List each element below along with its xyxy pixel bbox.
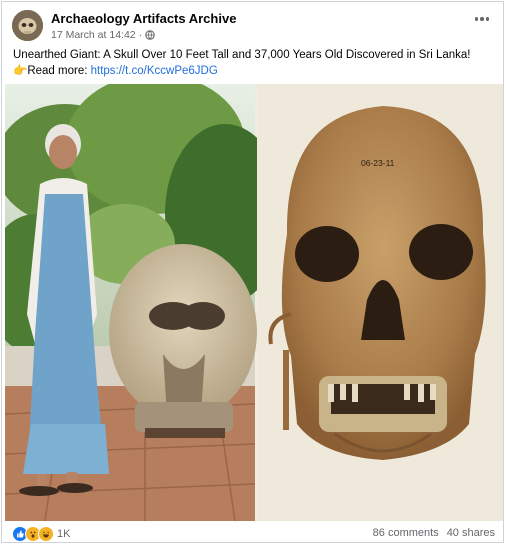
shares-count[interactable]: 40 shares [447,527,495,539]
more-dot [474,17,479,21]
pointing-hand-emoji: 👉 [13,65,28,77]
facebook-post: Archaeology Artifacts Archive 17 March a… [0,1,504,543]
post-link[interactable]: https://t.co/KccwPe6JDG [91,65,218,77]
reaction-count: 1K [57,528,71,540]
caption-headline: Unearthed Giant: A Skull Over 10 Feet Ta… [13,49,471,61]
post-caption: Unearthed Giant: A Skull Over 10 Feet Ta… [13,47,493,79]
left-photo [0,74,285,522]
page-avatar[interactable] [12,10,43,41]
engagement-counts: 86 comments 40 shares [373,527,495,539]
comments-count[interactable]: 86 comments [373,527,439,539]
reactions-summary[interactable]: 1K [12,526,70,542]
post-meta: 17 March at 14:42 · [51,29,155,41]
caption-read-more: 👉Read more: https://t.co/KccwPe6JDG [13,63,493,79]
more-dot [480,17,484,21]
meta-separator: · [138,29,143,41]
page-name[interactable]: Archaeology Artifacts Archive [51,11,236,26]
right-photo: 06-23-11 [257,84,503,521]
more-dot [485,17,490,21]
skull-catalog-label: 06-23-11 [361,158,395,168]
post-timestamp[interactable]: 17 March at 14:42 [51,29,136,41]
haha-icon [38,526,54,542]
more-options-button[interactable] [473,14,491,24]
post-footer: 1K 86 comments 40 shares [12,525,495,543]
read-more-label: Read more: [27,65,91,77]
post-photo[interactable]: 06-23-11 [0,74,503,522]
globe-icon [145,30,155,40]
